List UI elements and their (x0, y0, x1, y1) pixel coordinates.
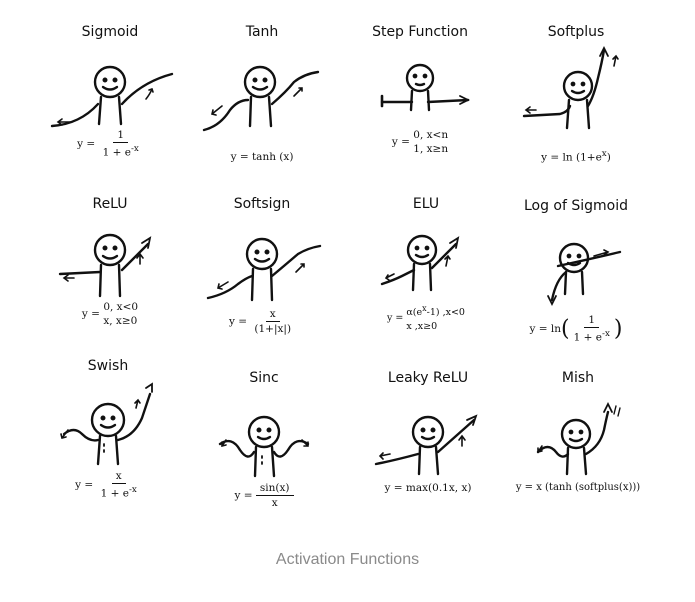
log-of-sigmoid-stick-figure (547, 242, 622, 307)
panel-formula: y = ln (1+ex) (541, 149, 611, 164)
panel-softplus: Softplus y = ln (1+ex) (496, 24, 656, 194)
panel-formula: y = sin(x) x (184, 482, 344, 509)
panel-title: Tanh (245, 24, 279, 40)
panel-title: Step Function (372, 24, 468, 40)
elu-stick-figure (380, 234, 460, 292)
panel-formula: y = tanh (x) (230, 151, 294, 163)
tanh-stick-figure (202, 65, 320, 132)
panel-formula: y = α(ex-1) ,x<0 x ,x≥0 (387, 304, 465, 333)
panel-formula: y = x (tanh (softplus(x))) (515, 482, 641, 493)
softplus-stick-figure (522, 45, 619, 130)
swish-stick-figure (60, 382, 153, 466)
panel-formula: y = x (1+|x|) (228, 308, 292, 335)
panel-relu: ReLU y = 0, x<0 x, x≥0 (30, 196, 190, 366)
panel-tanh: Tanh y = tanh (x) (182, 24, 342, 194)
panel-title: Mish (561, 370, 595, 386)
panel-mish: Mish y = x (tanh (softplus(x))) (498, 370, 658, 540)
panel-title: Swish (87, 358, 129, 374)
panel-log-of-sigmoid: Log of Sigmoid y = ln(1 1 + e-x) (496, 196, 656, 366)
panel-title: Softsign (233, 196, 291, 212)
panel-title: Softplus (547, 24, 605, 40)
panel-step-function: Step Function y = 0, x<n 1, x≥n (340, 24, 500, 194)
panel-title: ELU (412, 196, 440, 212)
panel-softsign: Softsign y = x (1+|x|) (182, 196, 342, 366)
panel-title: Log of Sigmoid (523, 198, 629, 214)
panel-elu: ELU y = α(ex-1) ,x<0 x ,x≥0 (346, 196, 506, 366)
panel-sinc: Sinc y = sin(x) x (184, 370, 344, 540)
panel-title: Leaky ReLU (387, 370, 469, 386)
panel-formula: y = x1 + e-x (75, 470, 137, 500)
softsign-stick-figure (206, 237, 322, 302)
panel-formula: y = 0, x<n 1, x≥n (391, 129, 449, 155)
panel-title: ReLU (92, 196, 128, 212)
panel-formula: y = 11 + e-x (77, 129, 139, 159)
panel-formula: y = ln(1 1 + e-x) (529, 314, 623, 344)
panel-formula: y = 0, x<0 x, x≥0 (81, 301, 139, 327)
panel-swish: Swish y = x1 + e-x (28, 358, 188, 528)
sinc-stick-figure (218, 415, 310, 478)
panel-title: Sigmoid (81, 24, 139, 40)
leaky-relu-stick-figure (374, 414, 478, 476)
panel-leaky-relu: Leaky ReLU y = max(0.1x, x) (348, 370, 508, 540)
mish-stick-figure (536, 401, 621, 476)
figure-caption: Activation Functions (275, 551, 420, 568)
panel-sigmoid: Sigmoid y = 11 + e-x (30, 24, 190, 194)
panel-title: Sinc (249, 370, 279, 386)
activation-functions-grid: Sigmoid y = 11 + e-x Tanh y = tanh (x) S… (0, 0, 695, 540)
panel-formula: y = max(0.1x, x) (384, 482, 472, 494)
